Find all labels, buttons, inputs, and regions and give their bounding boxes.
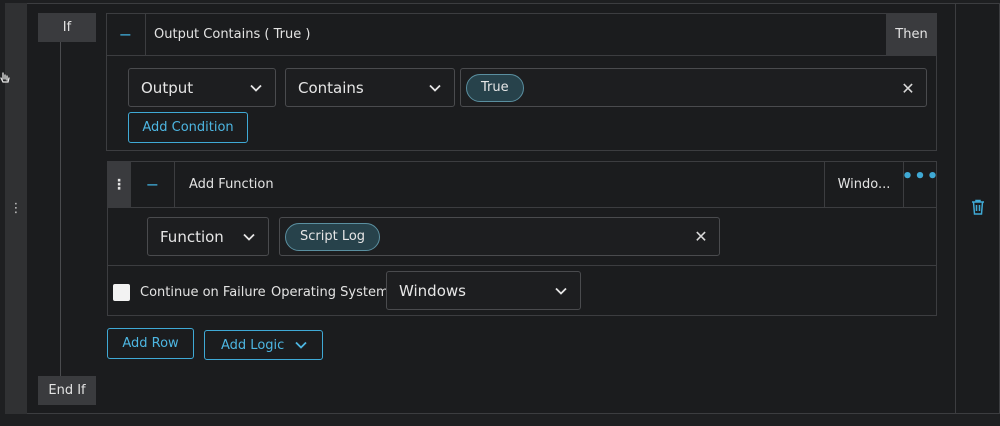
collapse-condition-button[interactable]: −: [106, 13, 146, 56]
function-type-value: Function: [160, 227, 224, 246]
clear-function-values-button[interactable]: ✕: [693, 226, 709, 246]
drag-handle-icon: ⋮: [9, 201, 23, 216]
continue-on-failure-checkbox[interactable]: [113, 284, 130, 301]
function-type-select[interactable]: Function: [147, 217, 269, 256]
logic-block-actions: [956, 3, 1000, 414]
then-label: Then: [886, 13, 937, 56]
continue-on-failure-label: Continue on Failure: [140, 285, 266, 300]
end-if-label: End If: [38, 376, 96, 405]
kebab-icon: ⋮: [112, 176, 126, 193]
close-icon: ✕: [901, 78, 915, 98]
collapse-function-button[interactable]: −: [131, 161, 175, 208]
chevron-down-icon: [294, 338, 308, 352]
function-value-input[interactable]: Script Log: [279, 217, 720, 256]
hand-cursor-icon: [0, 72, 10, 86]
value-tag[interactable]: Script Log: [285, 222, 381, 251]
if-connector-line: [60, 42, 61, 376]
function-os-tag: Windo...: [824, 161, 904, 208]
operating-system-label: Operating System:: [271, 285, 393, 300]
if-label: If: [38, 13, 96, 42]
trash-icon[interactable]: [971, 199, 985, 219]
chevron-down-icon: [554, 284, 568, 298]
chevron-down-icon: [249, 81, 263, 95]
condition-operator-value: Contains: [298, 78, 364, 97]
minus-icon: −: [118, 25, 133, 44]
condition-operator-select[interactable]: Contains: [285, 68, 455, 107]
ellipsis-icon: •••: [901, 165, 940, 187]
operating-system-value: Windows: [399, 281, 466, 300]
operating-system-select[interactable]: Windows: [386, 271, 581, 310]
function-title: Add Function: [189, 177, 274, 192]
minus-icon: −: [145, 175, 160, 194]
condition-field-select[interactable]: Output: [128, 68, 276, 107]
more-options-button[interactable]: •••: [901, 161, 940, 191]
close-icon: ✕: [694, 226, 708, 246]
add-condition-button[interactable]: Add Condition: [128, 112, 248, 143]
condition-value-input[interactable]: True: [460, 68, 927, 107]
value-tag[interactable]: True: [466, 73, 524, 102]
condition-title: Output Contains ( True ): [154, 27, 311, 42]
function-drag-handle[interactable]: ⋮: [107, 161, 131, 208]
add-logic-button[interactable]: Add Logic: [204, 330, 323, 360]
condition-field-value: Output: [141, 78, 194, 97]
add-logic-label: Add Logic: [221, 337, 285, 353]
clear-condition-values-button[interactable]: ✕: [900, 78, 916, 98]
row-drag-handle[interactable]: ⋮: [5, 3, 27, 414]
chevron-down-icon: [428, 81, 442, 95]
add-row-button[interactable]: Add Row: [107, 328, 194, 359]
chevron-down-icon: [242, 230, 256, 244]
